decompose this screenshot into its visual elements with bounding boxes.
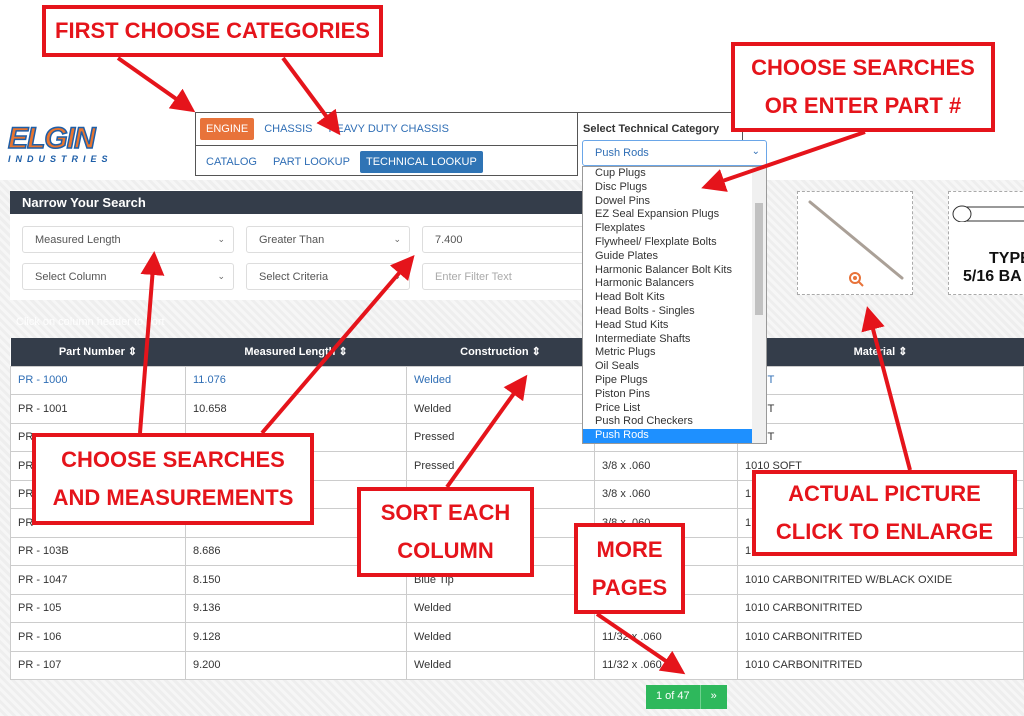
annotation-arrows	[116, 56, 912, 675]
arrow	[861, 306, 912, 471]
arrow	[445, 374, 528, 489]
arrow	[260, 254, 415, 435]
arrow	[595, 612, 686, 675]
arrow	[116, 56, 196, 113]
arrow	[701, 130, 866, 192]
arrow	[138, 251, 165, 434]
arrow	[281, 56, 341, 136]
